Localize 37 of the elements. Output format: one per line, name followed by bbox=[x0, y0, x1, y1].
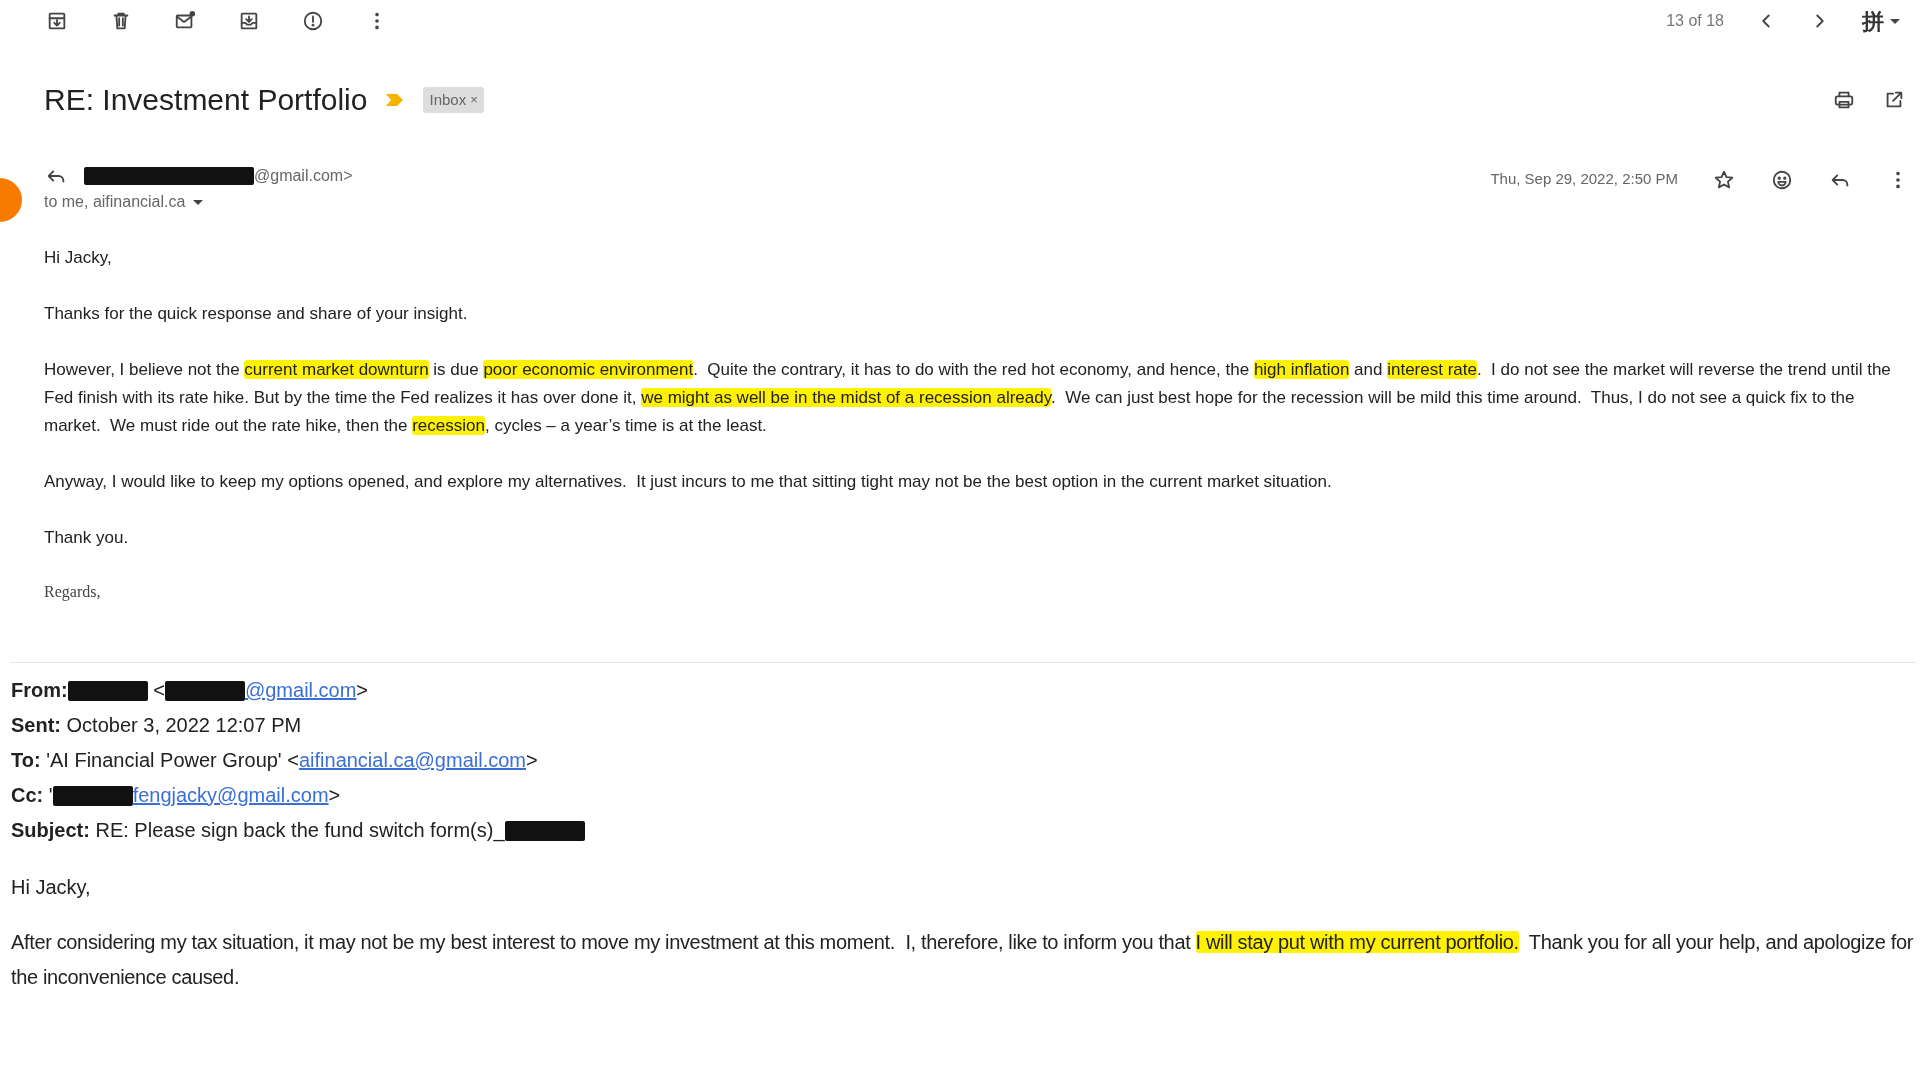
field-value: ' bbox=[47, 783, 53, 808]
email-subject: RE: Investment Portfolio bbox=[44, 82, 368, 118]
caret-icon bbox=[1890, 18, 1900, 24]
sender-email: @gmail.com> bbox=[254, 166, 353, 186]
input-tools-button[interactable]: 拼 bbox=[1862, 9, 1900, 33]
caret-icon[interactable] bbox=[193, 199, 204, 205]
field-value: > bbox=[526, 748, 538, 773]
field-label: Subject: bbox=[11, 818, 90, 843]
email-link[interactable]: @gmail.com bbox=[244, 673, 357, 708]
alert-icon[interactable] bbox=[301, 9, 325, 33]
field-label: To: bbox=[11, 748, 41, 773]
remove-label-button[interactable]: × bbox=[470, 90, 478, 110]
body-paragraph: Thanks for the quick response and share of your insight. bbox=[44, 303, 469, 325]
label-text: Inbox bbox=[429, 89, 467, 110]
pager-text: 13 of 18 bbox=[1666, 11, 1724, 31]
emoji-icon[interactable] bbox=[1770, 168, 1794, 192]
field-value: October 3, 2022 12:07 PM bbox=[65, 713, 302, 738]
greeting-text: Hi Jacky, bbox=[11, 875, 92, 900]
email-link[interactable]: aifinancial.ca@gmail.com bbox=[298, 743, 526, 778]
signoff-text: Regards, bbox=[44, 582, 102, 603]
greeting-text: Hi Jacky, bbox=[44, 247, 113, 269]
field-label: From: bbox=[11, 678, 68, 703]
field-value: > bbox=[328, 783, 341, 808]
field-label: Sent: bbox=[11, 713, 61, 738]
body-paragraph: However, I believe not the current market downturn is due poor economic environment. Quite the contrary, it has to do with the red hot economy, and hence, the high inflation and interest rate. I do not see the market will reverse the trend until the Fed finish with its rate hike. But by the time the Fed realizes it has over done it, we might as well be in the midst of a recession already. We can just best hope for the recession will be mild this time around. Thus, I do not see a quick fix to the market. We must ride out the rate hike, then the recession, cycles – a year’s time is at the least. bbox=[44, 359, 1892, 437]
field-value: RE: Please sign back the fund switch form(s)_ bbox=[94, 818, 505, 844]
importance-marker-icon[interactable] bbox=[385, 92, 406, 108]
body-paragraph: Anyway, I would like to keep my options opened, and explore my alternatives. It just incurs to me that sitting tight may not be the best option in the current market situation. bbox=[44, 471, 1333, 493]
field-value: 'AI Financial Power Group' < bbox=[45, 748, 299, 773]
email-link[interactable]: fengjacky@gmail.com bbox=[132, 778, 329, 813]
field-value: < bbox=[152, 678, 165, 703]
recipients-text: to me, aifinancial.ca bbox=[44, 192, 186, 212]
body-paragraph: Thank you. bbox=[44, 527, 130, 549]
body-paragraph: After considering my tax situation, it may not be my best interest to move my investment at this moment. I, therefore, like to inform you that I will stay put with my current portfolio. Thank you for all your help, and apologize for the inconvenience caused. bbox=[11, 930, 1914, 990]
field-label: Cc: bbox=[11, 783, 44, 808]
message-date: Thu, Sep 29, 2022, 2:50 PM bbox=[1490, 169, 1678, 189]
field-value: > bbox=[356, 678, 369, 703]
